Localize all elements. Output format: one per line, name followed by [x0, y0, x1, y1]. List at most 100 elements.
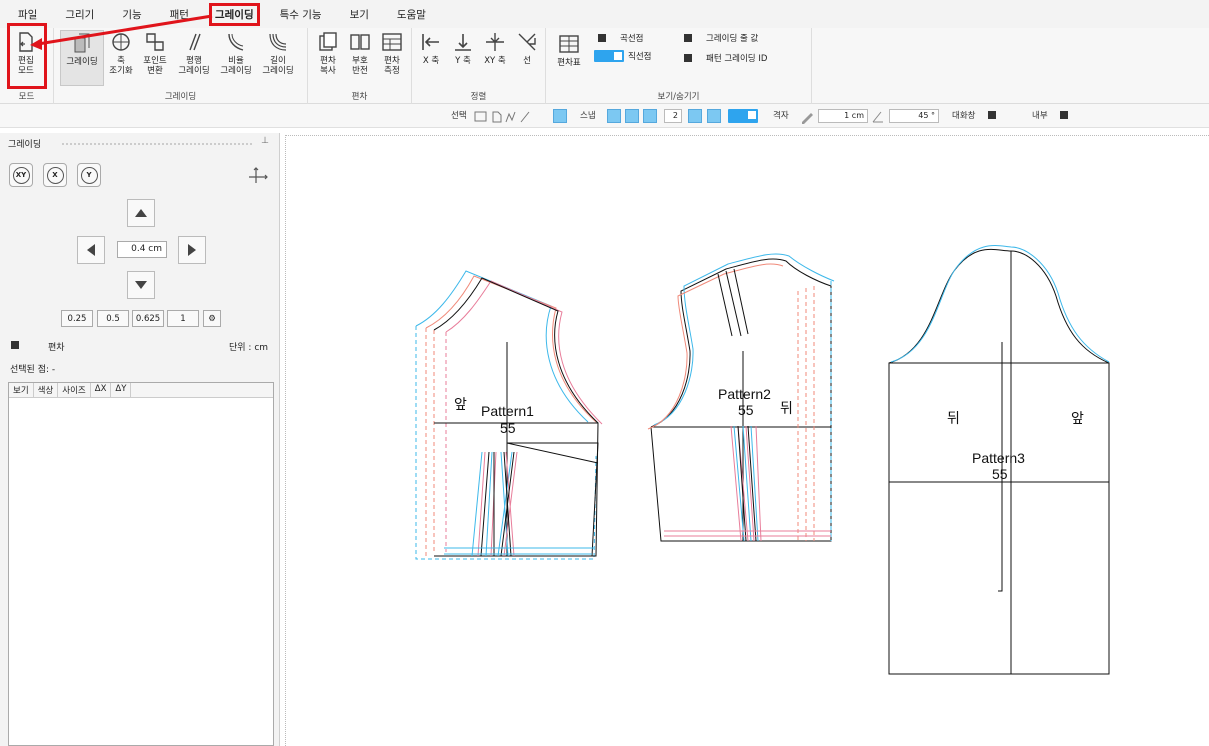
deviation-measure-button[interactable]: 편차 측정: [378, 30, 406, 76]
preset-0-25[interactable]: 0.25: [61, 310, 93, 327]
deviation-measure-label-2: 측정: [384, 66, 400, 76]
curve-point-checkbox[interactable]: [598, 34, 606, 42]
align-line-label: 선: [523, 56, 531, 66]
col-size[interactable]: 사이즈: [58, 383, 91, 397]
xy-icon: XY: [12, 166, 30, 184]
grade-value-label: 그레이딩 줄 값: [706, 34, 759, 44]
col-color[interactable]: 색상: [34, 383, 59, 397]
pattern3-size: 55: [992, 466, 1008, 482]
preset-1[interactable]: 1: [167, 310, 199, 327]
snap-tool-4[interactable]: [688, 109, 702, 123]
straight-point-switch[interactable]: [594, 50, 624, 62]
sign-flip-icon: [350, 34, 370, 50]
align-line-icon: [518, 33, 536, 51]
col-dx[interactable]: ΔX: [91, 383, 112, 397]
sub-toolbar: 선택 스냅 2 격자 1 cm 45 ° 대화창 내부: [0, 104, 1209, 128]
y-reset-button[interactable]: Y: [77, 163, 101, 187]
pattern-drawing: [415, 245, 1110, 675]
left-arrow-icon: [87, 244, 95, 256]
align-y-label: Y 축: [455, 56, 471, 66]
snap-label: 스냅: [580, 111, 596, 121]
deviation-table-header: 보기 색상 사이즈 ΔX ΔY: [9, 383, 273, 398]
inner-checkbox[interactable]: [1060, 111, 1068, 119]
preset-settings-button[interactable]: ⚙: [203, 310, 221, 327]
grading-panel: 그레이딩 ⊥ XY X Y 0.4 cm 0.25 0.5 0.625 1 ⚙ …: [0, 133, 280, 746]
mode-group-label: 모드: [18, 92, 35, 102]
move-down-button[interactable]: [127, 271, 155, 299]
deviation-copy-icon: [319, 32, 337, 51]
move-right-button[interactable]: [178, 236, 206, 264]
align-x-button[interactable]: X 축: [418, 30, 444, 66]
angle-value-input[interactable]: 45 °: [889, 109, 939, 123]
grading-group-label: 그레이딩: [164, 92, 197, 102]
curve-point-label: 곡선점: [620, 34, 644, 44]
col-dy[interactable]: ΔY: [111, 383, 132, 397]
preset-0-5[interactable]: 0.5: [97, 310, 129, 327]
snap-tool-3[interactable]: [643, 109, 657, 123]
point-convert-label-2: 변환: [147, 66, 163, 76]
sign-flip-label-2: 반전: [352, 66, 368, 76]
align-group: X 축 Y 축 XY 축 선 정렬: [412, 28, 546, 104]
x-reset-button[interactable]: X: [43, 163, 67, 187]
select-tools-icon[interactable]: [473, 110, 533, 124]
curve-point-toggle[interactable]: 곡선점: [598, 32, 643, 44]
deviation-checkbox[interactable]: [11, 341, 19, 349]
pattern2-back-label: 뒤: [780, 400, 793, 416]
pencil-icon: [802, 113, 813, 124]
deviation-measure-label-1: 편차: [384, 56, 400, 66]
view-group-label: 보기/숨기기: [657, 92, 700, 102]
menu-view[interactable]: 보기: [348, 5, 371, 24]
dialog-checkbox[interactable]: [988, 111, 996, 119]
y-icon: Y: [80, 166, 98, 184]
straight-point-toggle[interactable]: 직선점: [594, 50, 651, 62]
align-line-button[interactable]: 선: [514, 30, 540, 66]
pattern-id-toggle[interactable]: 패턴 그레이딩 ID: [684, 52, 767, 64]
menu-special[interactable]: 특수 기능: [278, 5, 324, 24]
pattern2-name: Pattern2: [718, 386, 771, 402]
grade-value-toggle[interactable]: 그레이딩 줄 값: [684, 32, 758, 44]
sign-flip-button[interactable]: 부호 반전: [346, 30, 374, 76]
pin-icon[interactable]: ⊥: [261, 136, 269, 146]
length-grading-label-2: 그레이딩: [262, 66, 294, 76]
col-view[interactable]: 보기: [9, 383, 34, 397]
pattern2-size: 55: [738, 402, 754, 418]
snap-switch[interactable]: [728, 109, 758, 123]
grade-value-checkbox[interactable]: [684, 34, 692, 42]
gear-icon: ⚙: [208, 313, 216, 324]
pattern-id-checkbox[interactable]: [684, 54, 692, 62]
ratio-grading-label-2: 그레이딩: [220, 66, 252, 76]
snap-tool-5[interactable]: [707, 109, 721, 123]
align-y-button[interactable]: Y 축: [450, 30, 476, 66]
parallel-grading-label-2: 그레이딩: [178, 66, 210, 76]
panel-grip[interactable]: [62, 143, 252, 145]
preset-0-625[interactable]: 0.625: [132, 310, 164, 327]
up-arrow-icon: [135, 209, 147, 217]
snap-tool-1[interactable]: [607, 109, 621, 123]
step-input[interactable]: 0.4 cm: [117, 241, 167, 258]
deviation-group-label: 편차: [351, 92, 368, 102]
length-grading-button[interactable]: 길이 그레이딩: [258, 30, 298, 76]
align-xy-button[interactable]: XY 축: [480, 30, 510, 66]
move-left-button[interactable]: [77, 236, 105, 264]
align-x-label: X 축: [422, 56, 440, 66]
deviation-copy-label-1: 편차: [320, 56, 336, 66]
pattern3-name: Pattern3: [972, 450, 1025, 466]
move-up-button[interactable]: [127, 199, 155, 227]
deviation-copy-button[interactable]: 편차 복사: [314, 30, 342, 76]
deviation-table-button[interactable]: 편차표: [554, 32, 584, 68]
select-label: 선택: [451, 111, 467, 121]
deviation-table-label: 편차표: [557, 58, 581, 68]
select-point-toggle[interactable]: [553, 109, 567, 123]
pattern-canvas[interactable]: Pattern1 55 앞 Pattern2 55 뒤 Pattern3 55 …: [285, 135, 1209, 746]
annotation-arrow: [30, 14, 213, 50]
deviation-label: 편차: [48, 343, 65, 353]
snap-tool-2[interactable]: [625, 109, 639, 123]
snap-value[interactable]: 2: [664, 109, 682, 123]
view-group: 편차표 곡선점 직선점 그레이딩 줄 값 패턴 그레이딩 ID 보기/숨기기: [546, 28, 812, 104]
grid-value-input[interactable]: 1 cm: [818, 109, 868, 123]
inner-label: 내부: [1032, 111, 1048, 121]
xy-reset-button[interactable]: XY: [9, 163, 33, 187]
table-icon: [559, 35, 579, 53]
dialog-label: 대화창: [952, 111, 976, 121]
menu-help[interactable]: 도움말: [395, 5, 428, 24]
